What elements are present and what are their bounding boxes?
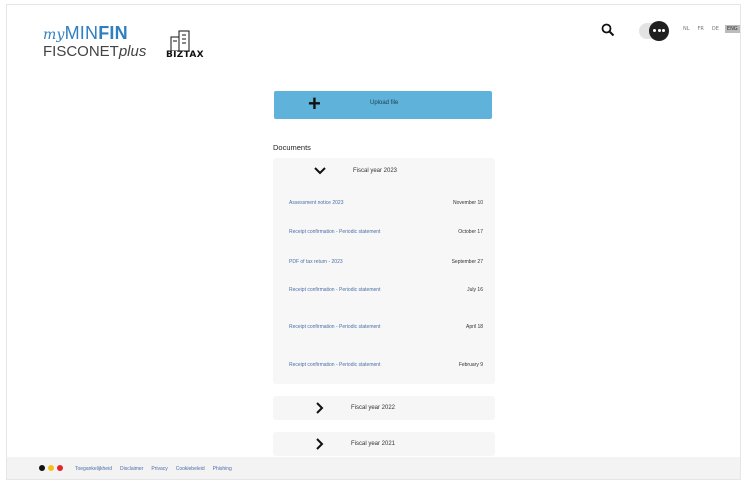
document-row: PDF of tax return - 2023 September 27 [273, 256, 495, 270]
document-row: Receipt confirmation - Periodic statemen… [273, 359, 495, 373]
footer-link-accessibility[interactable]: Toegankelijkheid [75, 466, 112, 472]
flag-dot-black [39, 465, 45, 471]
document-link[interactable]: Receipt confirmation - Periodic statemen… [289, 362, 380, 368]
document-date: September 27 [451, 259, 483, 265]
biztax-logo: BIZTAX [161, 29, 205, 63]
fiscal-year-section-2021[interactable]: Fiscal year 2021 [273, 432, 495, 456]
logo-fisconet-text: FISCONET [43, 43, 119, 60]
plus-icon: + [308, 91, 321, 116]
document-date: November 10 [452, 200, 483, 206]
document-link[interactable]: Receipt confirmation - Periodic statemen… [289, 324, 380, 330]
building-icon [170, 30, 190, 51]
fiscal-year-section-2023: Fiscal year 2023 Assessment notice 2023 … [273, 158, 495, 384]
logo-fin: FIN [98, 23, 128, 43]
fiscal-year-header-2023[interactable]: Fiscal year 2023 [273, 158, 495, 184]
flag-dot-yellow [48, 465, 54, 471]
chevron-right-icon [316, 402, 324, 414]
document-link[interactable]: Receipt confirmation - Periodic statemen… [289, 229, 380, 235]
flag-dot-red [57, 465, 63, 471]
document-link[interactable]: PDF of tax return - 2023 [289, 259, 343, 265]
footer-link-phishing[interactable]: Phishing [213, 466, 232, 472]
document-date: October 17 [458, 229, 483, 235]
page: myMINFIN FISCONETplus BIZTAX NL FR DE EN… [6, 4, 741, 480]
language-switcher: NL FR DE ENG [681, 25, 740, 33]
document-date: July 16 [467, 287, 483, 293]
language-de[interactable]: DE [710, 25, 721, 33]
document-row: Assessment notice 2023 November 10 [273, 197, 495, 211]
language-nl[interactable]: NL [681, 25, 692, 33]
chevron-down-icon [314, 167, 326, 175]
documents-heading: Documents [273, 143, 311, 152]
logo-min: MIN [64, 23, 99, 43]
footer-link-cookies[interactable]: Cookiebeleid [176, 466, 205, 472]
fiscal-year-title: Fiscal year 2022 [351, 405, 396, 411]
fiscal-year-section-2022[interactable]: Fiscal year 2022 [273, 396, 495, 420]
document-link[interactable]: Assessment notice 2023 [289, 200, 343, 206]
footer-links: Toegankelijkheid Disclaimer Privacy Cook… [75, 466, 232, 472]
upload-file-button[interactable]: + Upload file [274, 91, 492, 119]
logo-plus-text: plus [118, 43, 147, 60]
document-row: Receipt confirmation - Periodic statemen… [273, 226, 495, 240]
document-date: February 9 [458, 362, 483, 368]
toggle-knob-icon [649, 21, 669, 41]
footer: Toegankelijkheid Disclaimer Privacy Cook… [7, 457, 740, 479]
upload-file-label: Upload file [370, 100, 399, 106]
document-date: April 18 [466, 324, 483, 330]
footer-link-disclaimer[interactable]: Disclaimer [120, 466, 143, 472]
belgian-flag-dots-icon [39, 465, 63, 471]
fisconet-logo: FISCONETplus [43, 43, 146, 60]
biztax-text: BIZTAX [166, 50, 204, 60]
language-fr[interactable]: FR [696, 25, 706, 33]
fiscal-year-title: Fiscal year 2023 [353, 168, 398, 174]
accessibility-toggle[interactable] [639, 21, 669, 41]
logo-my: my [43, 27, 65, 43]
chevron-right-icon [316, 438, 324, 450]
language-eng[interactable]: ENG [724, 25, 740, 33]
document-link[interactable]: Receipt confirmation - Periodic statemen… [289, 287, 380, 293]
search-icon[interactable] [601, 23, 615, 37]
document-row: Receipt confirmation - Periodic statemen… [273, 284, 495, 298]
fiscal-year-title: Fiscal year 2021 [351, 441, 396, 447]
document-row: Receipt confirmation - Periodic statemen… [273, 321, 495, 335]
myminfin-logo[interactable]: myMINFIN [43, 23, 128, 44]
footer-link-privacy[interactable]: Privacy [151, 466, 167, 472]
